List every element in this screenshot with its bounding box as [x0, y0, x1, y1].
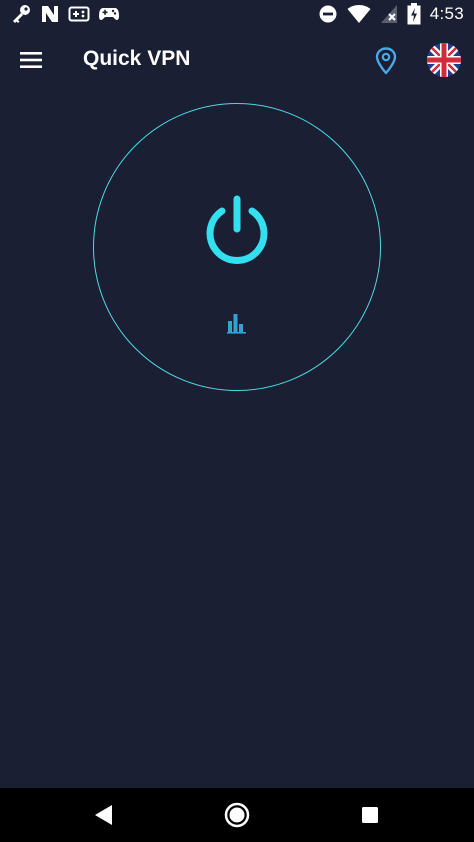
battery-charging-icon [407, 3, 421, 25]
clock: 4:53 [429, 4, 464, 23]
controller-icon [98, 5, 120, 23]
status-bar: 4:53 [0, 0, 474, 30]
key-icon [10, 4, 32, 24]
stats-button[interactable] [226, 312, 248, 334]
back-button[interactable] [92, 803, 114, 827]
n-notification-icon [40, 4, 60, 24]
location-pin-icon [375, 47, 397, 75]
connect-power-button[interactable] [200, 194, 274, 268]
home-button[interactable] [224, 802, 250, 828]
location-button[interactable] [372, 46, 400, 76]
system-icons: 4:53 [318, 3, 464, 25]
system-navigation-bar [0, 788, 474, 842]
wifi-icon [347, 4, 371, 24]
gamepad-icon [68, 5, 90, 23]
app-title: Quick VPN [83, 47, 191, 70]
recents-button[interactable] [361, 806, 379, 824]
back-triangle-icon [95, 805, 112, 825]
country-flag-button[interactable] [427, 43, 461, 77]
no-signal-icon [380, 4, 398, 24]
app-bar: Quick VPN [0, 30, 474, 90]
home-circle-icon [224, 802, 250, 828]
recents-square-icon [362, 807, 378, 823]
menu-button[interactable] [16, 46, 48, 74]
notification-icons [10, 4, 120, 24]
uk-flag-icon [427, 43, 461, 77]
do-not-disturb-icon [318, 4, 338, 24]
bar-chart-icon [227, 314, 246, 334]
power-icon [206, 195, 268, 264]
hamburger-menu-icon [20, 52, 42, 68]
